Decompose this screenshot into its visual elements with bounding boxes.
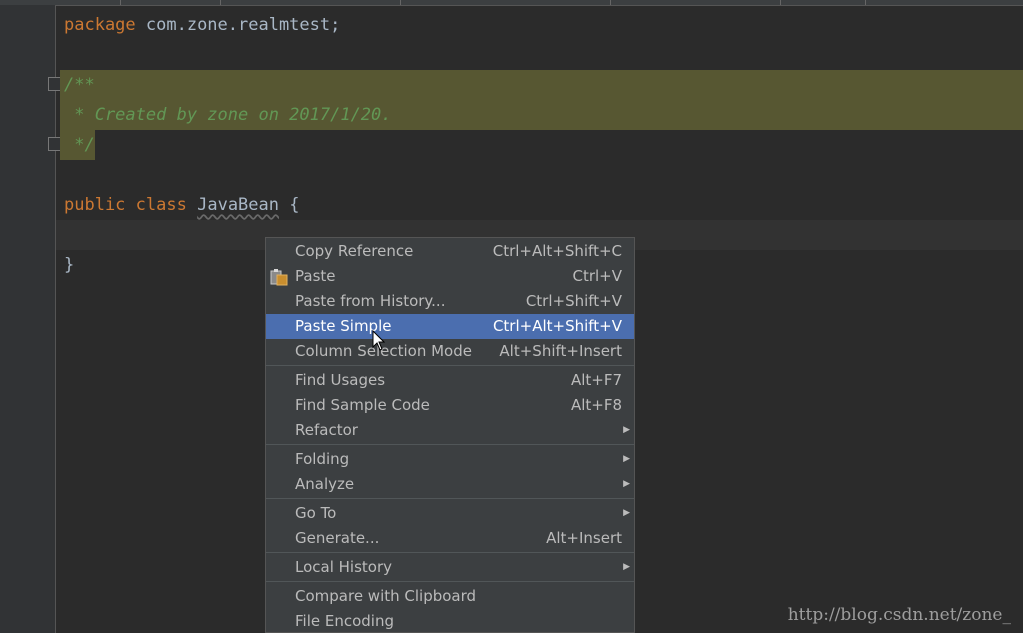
doc-comment-open: /** xyxy=(64,75,95,95)
menu-item-label: Copy Reference xyxy=(295,242,414,260)
menu-separator xyxy=(266,552,634,553)
context-menu: Copy Reference Ctrl+Alt+Shift+C Paste Ctrl… xyxy=(265,237,635,633)
menu-item-shortcut: Ctrl+Shift+V xyxy=(525,292,622,310)
class-keyword: class xyxy=(135,195,187,215)
menu-item-shortcut: Alt+Shift+Insert xyxy=(499,342,622,360)
watermark: http://blog.csdn.net/zone_ xyxy=(787,605,1011,625)
menu-item-find-usages[interactable]: Find Usages Alt+F7 xyxy=(266,368,634,393)
menu-item-file-encoding[interactable]: File Encoding xyxy=(266,609,634,632)
menu-item-analyze[interactable]: Analyze ▶ xyxy=(266,472,634,497)
menu-item-shortcut: Ctrl+V xyxy=(572,267,622,285)
menu-item-shortcut: Ctrl+Alt+Shift+V xyxy=(492,317,622,335)
menu-item-label: Local History xyxy=(295,558,393,576)
menu-item-label: Refactor xyxy=(295,421,358,439)
menu-item-label: Compare with Clipboard xyxy=(295,587,477,605)
code-line-class: public class JavaBean { xyxy=(64,190,300,220)
code-line-package: package com.zone.realmtest; xyxy=(64,10,340,40)
menu-item-paste-simple[interactable]: Paste Simple Ctrl+Alt+Shift+V xyxy=(266,314,634,339)
menu-separator xyxy=(266,581,634,582)
menu-item-label: Paste xyxy=(295,267,336,285)
public-keyword: public xyxy=(64,195,126,215)
menu-item-label: Generate... xyxy=(295,529,380,547)
menu-separator xyxy=(266,365,634,366)
submenu-arrow-icon: ▶ xyxy=(623,508,630,518)
menu-separator xyxy=(266,498,634,499)
doc-comment-body: * Created by zone on 2017/1/20. xyxy=(64,105,392,125)
menu-item-generate[interactable]: Generate... Alt+Insert xyxy=(266,526,634,551)
menu-item-label: Folding xyxy=(295,450,350,468)
menu-item-paste-from-history[interactable]: Paste from History... Ctrl+Shift+V xyxy=(266,289,634,314)
package-keyword: package xyxy=(64,15,136,35)
submenu-arrow-icon: ▶ xyxy=(623,562,630,572)
menu-item-folding[interactable]: Folding ▶ xyxy=(266,447,634,472)
menu-item-label: Find Sample Code xyxy=(295,396,430,414)
menu-item-shortcut: Alt+F7 xyxy=(570,371,622,389)
menu-item-compare-with-clipboard[interactable]: Compare with Clipboard xyxy=(266,584,634,609)
menu-item-label: Analyze xyxy=(295,475,355,493)
open-brace: { xyxy=(289,195,300,215)
submenu-arrow-icon: ▶ xyxy=(623,425,630,435)
menu-item-label: Paste from History... xyxy=(295,292,446,310)
class-name[interactable]: JavaBean xyxy=(197,195,279,215)
menu-item-label: Find Usages xyxy=(295,371,386,389)
menu-item-label: File Encoding xyxy=(295,612,394,630)
mouse-pointer-icon xyxy=(372,330,386,351)
menu-separator xyxy=(266,444,634,445)
menu-item-shortcut: Ctrl+Alt+Shift+C xyxy=(492,242,622,260)
menu-item-local-history[interactable]: Local History ▶ xyxy=(266,555,634,580)
submenu-arrow-icon: ▶ xyxy=(623,479,630,489)
doc-comment-close: */ xyxy=(64,135,95,155)
line-gutter[interactable] xyxy=(0,5,62,633)
package-name: com.zone.realmtest; xyxy=(135,15,341,35)
close-brace: } xyxy=(64,255,75,275)
menu-item-column-selection-mode[interactable]: Column Selection Mode Alt+Shift+Insert xyxy=(266,339,634,364)
menu-item-find-sample-code[interactable]: Find Sample Code Alt+F8 xyxy=(266,393,634,418)
menu-item-refactor[interactable]: Refactor ▶ xyxy=(266,418,634,443)
submenu-arrow-icon: ▶ xyxy=(623,454,630,464)
menu-item-label: Go To xyxy=(295,504,337,522)
menu-item-copy-reference[interactable]: Copy Reference Ctrl+Alt+Shift+C xyxy=(266,239,634,264)
menu-item-go-to[interactable]: Go To ▶ xyxy=(266,501,634,526)
menu-item-paste[interactable]: Paste Ctrl+V xyxy=(266,264,634,289)
clipboard-icon xyxy=(270,269,288,286)
menu-item-shortcut: Alt+Insert xyxy=(546,529,622,547)
menu-item-shortcut: Alt+F8 xyxy=(570,396,622,414)
